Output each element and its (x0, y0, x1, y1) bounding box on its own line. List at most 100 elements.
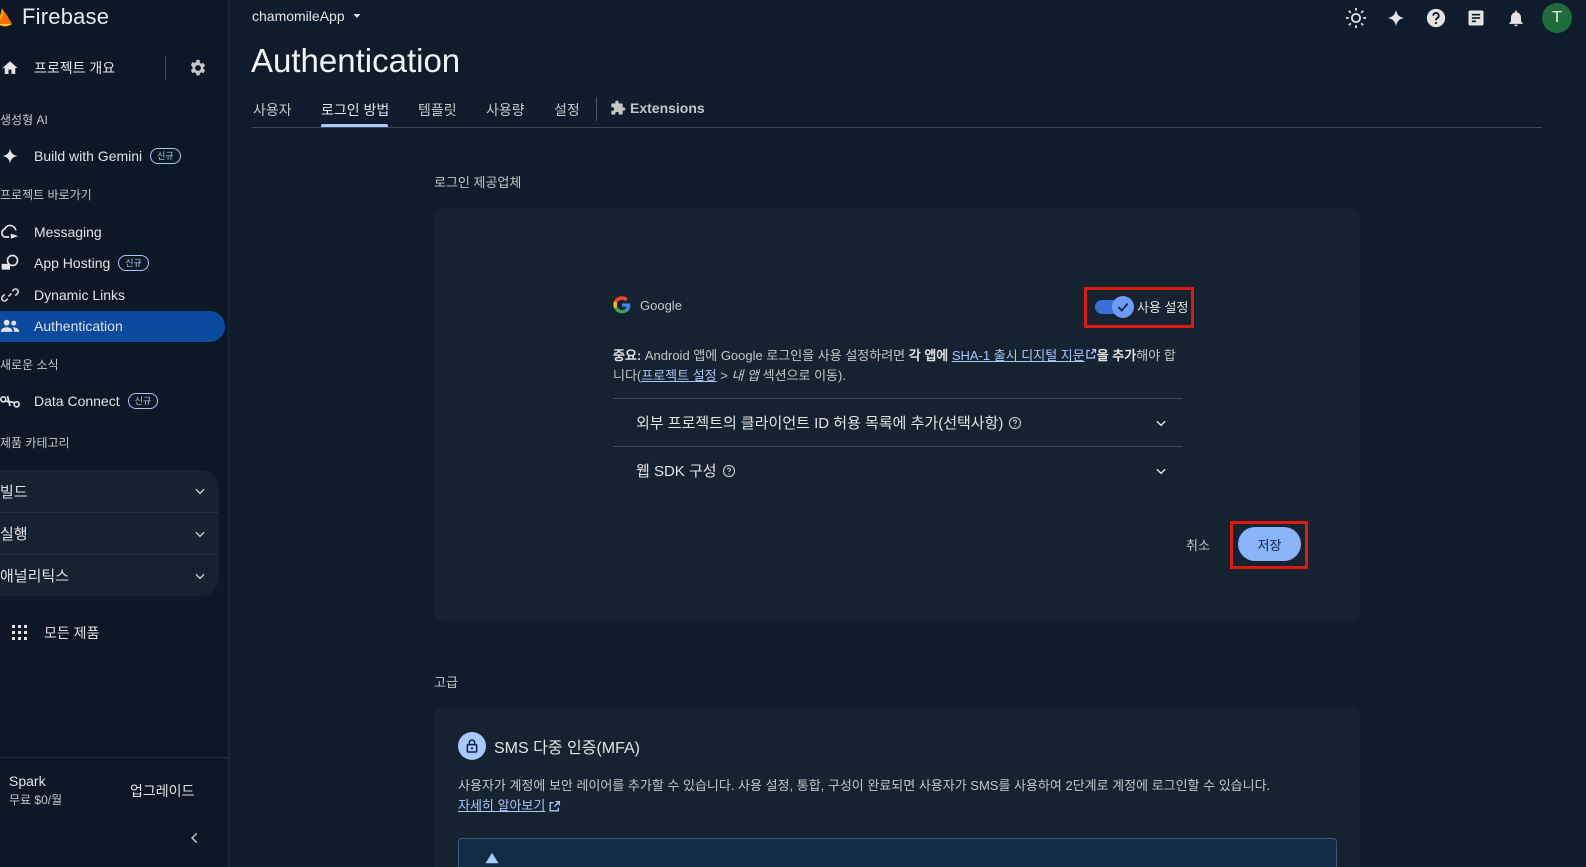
notes-icon (1468, 10, 1484, 26)
sidebar-item-messaging[interactable]: Messaging (0, 222, 102, 242)
puzzle-icon (611, 100, 626, 115)
providers-heading: 로그인 제공업체 (434, 175, 522, 190)
new-badge: 신규 (127, 393, 159, 409)
plan-name: Spark (9, 773, 46, 789)
sidebar-item-gemini[interactable]: Build with Gemini 신규 (0, 146, 181, 166)
link-icon (0, 285, 20, 305)
warning-icon (485, 852, 499, 864)
sun-icon (1345, 7, 1367, 29)
avatar[interactable]: T (1542, 3, 1572, 33)
category-build[interactable]: 빌드 (0, 470, 219, 512)
accordion-label: 웹 SDK 구성 (636, 463, 717, 480)
external-link-icon (1086, 348, 1096, 359)
theme-button[interactable] (1344, 6, 1368, 30)
gemini-button[interactable] (1384, 6, 1408, 30)
sidebar-item-label: 프로젝트 개요 (34, 60, 116, 76)
new-badge: 신규 (118, 255, 149, 271)
sha-link[interactable]: SHA-1 출시 디지털 지문 (952, 348, 1085, 363)
category-analytics[interactable]: 애널리틱스 (0, 554, 219, 596)
sparkle-icon (0, 146, 20, 166)
sidebar-item-all-products[interactable]: 모든 제품 (10, 623, 99, 643)
data-connect-icon (0, 391, 20, 411)
sparkle-icon (1387, 9, 1405, 27)
home-icon (0, 58, 20, 78)
mfa-description-text: 사용자가 계정에 보안 레이어를 추가할 수 있습니다. 사용 설정, 통합, … (458, 778, 1271, 793)
help-outline-icon (1009, 416, 1022, 429)
section-label-shortcuts: 프로젝트 바로가기 (0, 188, 92, 202)
brand[interactable]: Firebase (0, 4, 109, 30)
help-icon (1426, 8, 1446, 28)
cloud-send-icon (0, 222, 20, 242)
plan-price: 무료 $0/월 (9, 793, 63, 807)
tab-extensions[interactable]: Extensions (610, 100, 705, 116)
divider (165, 56, 166, 80)
tab-bar: 사용자 로그인 방법 템플릿 사용량 설정 Extensions (252, 90, 1542, 128)
help-button[interactable] (1424, 6, 1448, 30)
note-bold: 각 앱에 (908, 348, 949, 363)
tab-templates[interactable]: 템플릿 (418, 100, 457, 120)
chevron-down-icon (195, 573, 205, 579)
category-label: 빌드 (0, 483, 28, 501)
chevron-down-icon (1156, 420, 1166, 426)
collapse-sidebar-button[interactable] (188, 831, 202, 850)
highlight-box (1084, 287, 1194, 328)
gear-icon (190, 59, 206, 76)
mfa-description: 사용자가 계정에 보안 레이어를 추가할 수 있습니다. 사용 설정, 통합, … (458, 776, 1338, 816)
sidebar-item-label: Dynamic Links (34, 287, 126, 303)
note-bold: 을 추가 (1096, 348, 1137, 363)
sidebar-item-dynamic-links[interactable]: Dynamic Links (0, 285, 125, 305)
tab-users[interactable]: 사용자 (253, 100, 292, 120)
note-italic: 내 앱 (731, 368, 759, 383)
google-icon (613, 296, 631, 314)
plan-panel: Spark 무료 $0/월 업그레이드 (0, 757, 229, 867)
bell-icon (1509, 10, 1523, 27)
note-text: Android 앱에 Google 로그인을 사용 설정하려면 (641, 348, 909, 363)
external-link-icon (549, 800, 561, 812)
mfa-title: SMS 다중 인증(MFA) (494, 740, 640, 757)
help-outline-icon (722, 464, 735, 477)
chevron-down-icon (1156, 468, 1166, 474)
accordion-label: 외부 프로젝트의 클라이언트 ID 허용 목록에 추가(선택사항) (636, 415, 1004, 432)
active-tab-indicator (321, 124, 388, 127)
notes-button[interactable] (1464, 6, 1488, 30)
grid-icon (10, 623, 30, 643)
page-title: Authentication (251, 42, 461, 79)
sidebar-item-label: Messaging (34, 224, 102, 240)
project-selector[interactable]: chamomileApp (252, 8, 363, 24)
section-label-ai: 생성형 AI (0, 113, 48, 127)
tab-label: Extensions (630, 100, 705, 116)
upgrade-button[interactable]: 업그레이드 (130, 781, 194, 801)
info-banner (458, 838, 1337, 867)
advanced-heading: 고급 (434, 675, 458, 690)
highlight-box (1230, 521, 1308, 569)
project-settings-link[interactable]: 프로젝트 설정 (641, 368, 716, 383)
sidebar-item-label: Data Connect (34, 393, 120, 409)
sidebar-item-data-connect[interactable]: Data Connect 신규 (0, 391, 159, 411)
sidebar-item-label: Authentication (34, 318, 123, 334)
firebase-logo-icon (0, 8, 12, 27)
provider-name: Google (640, 297, 682, 313)
important-note: 중요: Android 앱에 Google 로그인을 사용 설정하려면 각 앱에… (613, 346, 1183, 386)
note-text: > (716, 368, 732, 383)
section-label-news: 새로운 소식 (0, 358, 59, 372)
mfa-header: SMS 다중 인증(MFA) (458, 732, 640, 760)
tab-sign-in-method[interactable]: 로그인 방법 (321, 100, 389, 120)
learn-more-link[interactable]: 자세히 알아보기 (458, 796, 545, 816)
chevron-down-icon (195, 531, 205, 537)
category-label: 애널리틱스 (0, 568, 70, 585)
accordion-client-id-whitelist[interactable]: 외부 프로젝트의 클라이언트 ID 허용 목록에 추가(선택사항) (613, 398, 1182, 446)
project-name: chamomileApp (252, 8, 345, 24)
cancel-button[interactable]: 취소 (1186, 535, 1210, 554)
sidebar-item-app-hosting[interactable]: App Hosting 신규 (0, 253, 149, 273)
settings-button[interactable] (188, 58, 208, 83)
new-badge: 신규 (150, 148, 181, 164)
tab-settings[interactable]: 설정 (554, 100, 580, 120)
notifications-button[interactable] (1504, 6, 1528, 30)
sidebar-item-authentication[interactable]: Authentication (0, 316, 123, 336)
chevron-left-icon (191, 832, 198, 844)
brand-name: Firebase (22, 4, 110, 29)
category-run[interactable]: 실행 (0, 512, 219, 554)
note-text: 섹션으로 이동). (759, 368, 846, 383)
tab-usage[interactable]: 사용량 (486, 100, 525, 120)
accordion-web-sdk-config[interactable]: 웹 SDK 구성 (613, 446, 1182, 494)
